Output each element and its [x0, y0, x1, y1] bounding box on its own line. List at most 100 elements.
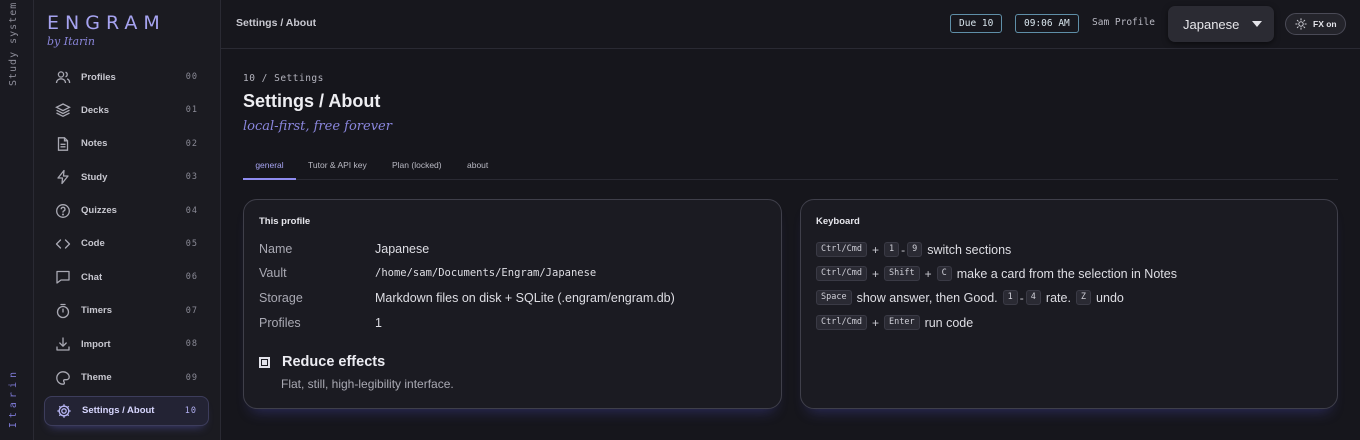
profile-card-title: This profile [259, 216, 311, 227]
rail-bottom-label: Itarin [8, 368, 19, 429]
profile-select[interactable]: Japanese [1168, 6, 1274, 42]
tab-general[interactable]: general [243, 160, 296, 180]
shortcut-description: undo [1096, 290, 1124, 305]
shortcut-description: switch sections [927, 242, 1012, 257]
keyboard-card: Keyboard Ctrl/Cmd + 1 - 9 switch section… [800, 199, 1338, 409]
palette-icon [55, 370, 71, 386]
main-content: 10 / Settings Settings / About local-fir… [221, 49, 1360, 440]
reduce-effects-checkbox[interactable] [259, 356, 270, 368]
sidebar-item-number: 01 [185, 105, 198, 116]
key-cap: Space [816, 290, 852, 305]
key-separator: + [871, 266, 879, 281]
sidebar-item-code[interactable]: Code 05 [44, 229, 209, 259]
clock-badge: 09:06 AM [1015, 14, 1079, 33]
profile-select-value: Japanese [1183, 16, 1240, 32]
breadcrumb: Settings / About [236, 17, 317, 29]
sidebar-item-chat[interactable]: Chat 06 [44, 262, 209, 292]
gear-icon [56, 403, 72, 419]
key-cap: C [936, 266, 952, 281]
chat-icon [55, 269, 71, 285]
sidebar-item-label: Code [81, 238, 105, 250]
tab-about[interactable]: about [467, 160, 488, 180]
key-cap: 4 [1025, 290, 1041, 305]
profile-row-value: Japanese [375, 242, 430, 256]
key-cap: Ctrl/Cmd [816, 266, 867, 281]
key-separator: - [1019, 290, 1024, 305]
reduce-effects-toggle[interactable]: Reduce effects [259, 354, 385, 370]
brand-title: ENGRAM [47, 12, 166, 34]
profile-row-key: Vault [259, 266, 287, 280]
key-cap: Ctrl/Cmd [816, 242, 867, 257]
keyboard-card-title: Keyboard [816, 216, 860, 227]
sidebar-item-number: 00 [185, 72, 198, 82]
sidebar-item-timers[interactable]: Timers 07 [44, 296, 209, 326]
fx-toggle-label: FX on [1313, 19, 1337, 29]
sidebar-item-label: Notes [81, 138, 108, 150]
sidebar-item-import[interactable]: Import 08 [44, 329, 209, 359]
key-cap: 9 [907, 242, 923, 257]
sidebar-item-label: Study [81, 171, 108, 183]
sidebar-nav: Profiles 00 Decks 01 Notes 02 Study 03 Q… [44, 62, 209, 429]
shortcut-row: Space show answer, then Good. 1 - 4 rate… [816, 290, 1124, 305]
shortcut-description: rate. [1045, 290, 1071, 305]
key-cap: Enter [883, 315, 920, 330]
page-title: Settings / About [243, 91, 381, 111]
sidebar-item-number: 08 [185, 339, 198, 350]
sun-icon [1295, 18, 1307, 30]
tab-tutor-api-key[interactable]: Tutor & API key [308, 160, 367, 180]
key-cap: 1 [1002, 290, 1018, 305]
sidebar-item-study[interactable]: Study 03 [44, 162, 209, 192]
profile-row-key: Name [259, 242, 293, 256]
profile-row-key: Storage [259, 291, 303, 305]
sidebar-item-number: 04 [185, 205, 198, 216]
sidebar-item-label: Chat [81, 271, 103, 283]
shortcut-row: Ctrl/Cmd + Shift + C make a card from th… [816, 266, 1177, 281]
top-header: Settings / About Due 10 09:06 AM Sam Pro… [221, 0, 1360, 49]
sidebar-item-label: Timers [81, 305, 112, 317]
caret-down-icon [1252, 21, 1262, 27]
profile-row-value: /home/sam/Documents/Engram/Japanese [375, 267, 597, 279]
profile-row-value: 1 [375, 316, 382, 330]
sidebar-item-settings-about[interactable]: Settings / About 10 [44, 395, 209, 426]
download-icon [55, 336, 71, 352]
sidebar-item-label: Profiles [81, 71, 116, 83]
key-separator: + [871, 242, 879, 257]
shortcut-description: run code [924, 315, 974, 330]
profile-card: This profile Name Japanese Vault /home/s… [243, 199, 782, 409]
sidebar-item-label: Import [81, 338, 111, 350]
rail-bottom-label-wrap: Itarin [8, 368, 24, 438]
users-icon [55, 69, 71, 85]
key-separator: + [871, 315, 879, 330]
note-icon [55, 136, 71, 152]
timer-icon [55, 303, 71, 319]
sidebar-item-number: 07 [185, 305, 198, 316]
profile-row-key: Profiles [259, 316, 301, 330]
sidebar-item-quizzes[interactable]: Quizzes 04 [44, 196, 209, 226]
sidebar-item-label: Quizzes [81, 205, 117, 217]
rail-top-label-wrap: Study system [8, 1, 24, 92]
rail-top-label: Study system [8, 1, 19, 86]
layers-icon [55, 102, 71, 118]
sidebar-item-theme[interactable]: Theme 09 [44, 363, 209, 393]
sidebar-item-number: 02 [185, 138, 198, 149]
sidebar-item-label: Settings / About [82, 405, 155, 417]
sidebar-item-number: 10 [184, 405, 197, 416]
sidebar-item-number: 09 [185, 372, 198, 383]
fx-toggle-button[interactable]: FX on [1285, 13, 1346, 35]
reduce-effects-label: Reduce effects [282, 354, 386, 370]
key-cap: Z [1075, 290, 1092, 305]
sidebar-item-number: 03 [185, 172, 198, 183]
brand: ENGRAM by Itarin [47, 12, 166, 48]
due-badge[interactable]: Due 10 [950, 14, 1003, 33]
reduce-effects-description: Flat, still, high-legibility interface. [281, 377, 454, 391]
key-separator: + [924, 266, 932, 281]
shortcut-row: Ctrl/Cmd + Enter run code [816, 315, 973, 330]
brand-subtitle: by Itarin [47, 35, 95, 48]
sidebar-item-profiles[interactable]: Profiles 00 [44, 62, 209, 92]
tab-plan-locked[interactable]: Plan (locked) [392, 160, 442, 180]
sidebar-item-notes[interactable]: Notes 02 [44, 129, 209, 159]
page-subtitle: local-first, free forever [243, 119, 392, 134]
sidebar-item-decks[interactable]: Decks 01 [44, 95, 209, 125]
sidebar-item-number: 05 [185, 238, 198, 249]
settings-tabs: general Tutor & API key Plan (locked) ab… [243, 153, 1338, 180]
